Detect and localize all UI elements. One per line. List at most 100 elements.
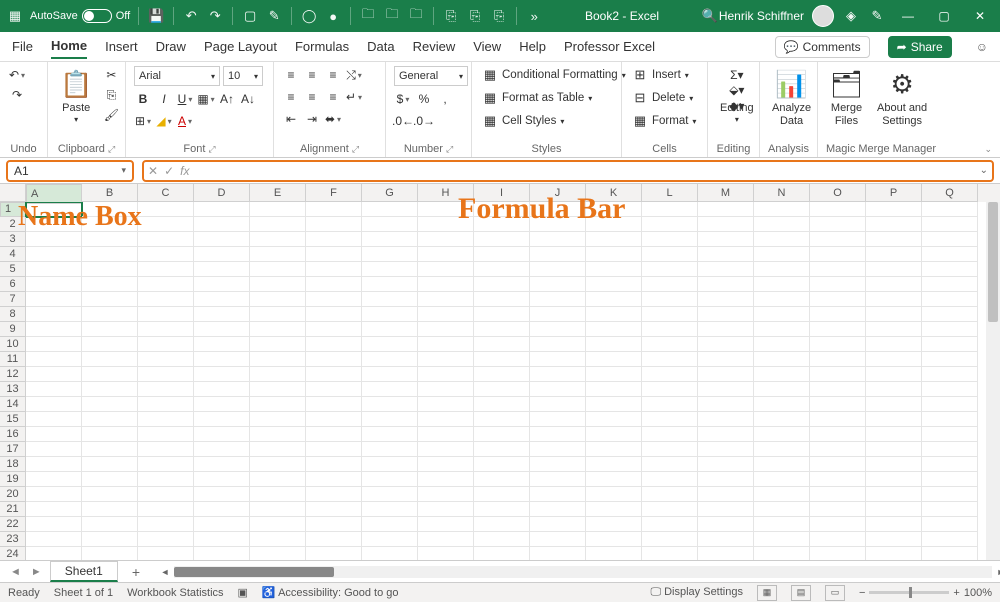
qat-icon-9[interactable]: ⎘ bbox=[466, 7, 484, 25]
cell[interactable] bbox=[82, 502, 138, 517]
column-header[interactable]: O bbox=[810, 184, 866, 202]
cell[interactable] bbox=[922, 532, 978, 547]
cell[interactable] bbox=[922, 427, 978, 442]
cell[interactable] bbox=[922, 202, 978, 217]
grid-rows[interactable]: 123456789101112131415161718192021222324 bbox=[0, 202, 1000, 560]
cell[interactable] bbox=[530, 262, 586, 277]
column-header[interactable]: E bbox=[250, 184, 306, 202]
cell[interactable] bbox=[250, 442, 306, 457]
cell[interactable] bbox=[26, 457, 82, 472]
cell[interactable] bbox=[474, 472, 530, 487]
column-header[interactable]: P bbox=[866, 184, 922, 202]
cell[interactable] bbox=[530, 412, 586, 427]
cell[interactable] bbox=[922, 442, 978, 457]
cell[interactable] bbox=[474, 277, 530, 292]
cell[interactable] bbox=[138, 382, 194, 397]
tab-help[interactable]: Help bbox=[519, 35, 546, 58]
cell[interactable] bbox=[474, 517, 530, 532]
cell[interactable] bbox=[194, 322, 250, 337]
cell[interactable] bbox=[586, 427, 642, 442]
row-header[interactable]: 1 bbox=[0, 202, 26, 217]
redo-icon[interactable]: ↷ bbox=[206, 7, 224, 25]
autosave-toggle[interactable]: AutoSave Off bbox=[30, 9, 130, 23]
cell[interactable] bbox=[82, 232, 138, 247]
cell[interactable] bbox=[866, 532, 922, 547]
cell[interactable] bbox=[530, 532, 586, 547]
cell[interactable] bbox=[866, 322, 922, 337]
cell[interactable] bbox=[810, 412, 866, 427]
cell[interactable] bbox=[642, 502, 698, 517]
cell[interactable] bbox=[82, 352, 138, 367]
cell[interactable] bbox=[642, 412, 698, 427]
cell[interactable] bbox=[586, 202, 642, 217]
editing-button[interactable]: Σ▾⬙▾◆▾ Editing▾ bbox=[716, 66, 758, 127]
cell[interactable] bbox=[698, 292, 754, 307]
qat-icon-8[interactable]: ⎘ bbox=[442, 7, 460, 25]
cell[interactable] bbox=[418, 517, 474, 532]
cell[interactable] bbox=[306, 247, 362, 262]
cell[interactable] bbox=[138, 202, 194, 217]
qat-icon-2[interactable]: ✎ bbox=[265, 7, 283, 25]
cell[interactable] bbox=[362, 532, 418, 547]
sheet-tab[interactable]: Sheet1 bbox=[50, 561, 118, 582]
cell[interactable] bbox=[26, 292, 82, 307]
cell[interactable] bbox=[530, 232, 586, 247]
cell[interactable] bbox=[586, 547, 642, 560]
cell[interactable] bbox=[530, 397, 586, 412]
cell[interactable] bbox=[586, 502, 642, 517]
qat-icon-4[interactable]: ● bbox=[324, 7, 342, 25]
cell[interactable] bbox=[530, 382, 586, 397]
cell[interactable] bbox=[866, 337, 922, 352]
cell[interactable] bbox=[26, 517, 82, 532]
column-header[interactable]: C bbox=[138, 184, 194, 202]
insert-cells-button[interactable]: ⊞Insert ▾ bbox=[630, 66, 698, 84]
cell[interactable] bbox=[138, 367, 194, 382]
cell[interactable] bbox=[82, 322, 138, 337]
cell[interactable] bbox=[866, 472, 922, 487]
cell[interactable] bbox=[474, 337, 530, 352]
cell[interactable] bbox=[586, 262, 642, 277]
cell[interactable] bbox=[194, 202, 250, 217]
row-header[interactable]: 11 bbox=[0, 352, 26, 367]
cell[interactable] bbox=[362, 322, 418, 337]
about-settings-button[interactable]: ⚙ About and Settings bbox=[873, 66, 931, 130]
cell[interactable] bbox=[698, 412, 754, 427]
cell[interactable] bbox=[418, 382, 474, 397]
cell[interactable] bbox=[82, 517, 138, 532]
cell[interactable] bbox=[922, 412, 978, 427]
cell[interactable] bbox=[866, 367, 922, 382]
cell[interactable] bbox=[82, 427, 138, 442]
row-header[interactable]: 24 bbox=[0, 547, 26, 560]
comma-icon[interactable]: , bbox=[436, 90, 454, 108]
cell[interactable] bbox=[530, 367, 586, 382]
cell[interactable] bbox=[250, 457, 306, 472]
cell[interactable] bbox=[810, 487, 866, 502]
tab-professor-excel[interactable]: Professor Excel bbox=[564, 35, 655, 58]
decrease-decimal-icon[interactable]: .0→ bbox=[415, 112, 433, 130]
increase-font-icon[interactable]: A↑ bbox=[218, 90, 236, 108]
cell[interactable] bbox=[698, 202, 754, 217]
status-workbook-stats[interactable]: Workbook Statistics bbox=[127, 587, 223, 599]
cell[interactable] bbox=[474, 382, 530, 397]
format-cells-button[interactable]: ▦Format ▾ bbox=[630, 112, 698, 130]
cell[interactable] bbox=[866, 517, 922, 532]
cell[interactable] bbox=[138, 457, 194, 472]
cell[interactable] bbox=[586, 382, 642, 397]
column-header[interactable]: N bbox=[754, 184, 810, 202]
cell[interactable] bbox=[586, 322, 642, 337]
underline-button[interactable]: U bbox=[176, 90, 194, 108]
cell[interactable] bbox=[810, 367, 866, 382]
cell[interactable] bbox=[642, 337, 698, 352]
cell[interactable] bbox=[754, 217, 810, 232]
cell[interactable] bbox=[642, 457, 698, 472]
cell[interactable] bbox=[418, 307, 474, 322]
cell[interactable] bbox=[642, 472, 698, 487]
cell[interactable] bbox=[642, 277, 698, 292]
cell[interactable] bbox=[474, 232, 530, 247]
cell[interactable] bbox=[474, 367, 530, 382]
cell[interactable] bbox=[642, 547, 698, 560]
cell[interactable] bbox=[26, 487, 82, 502]
cell[interactable] bbox=[306, 367, 362, 382]
redo-button[interactable]: ↷ bbox=[8, 86, 26, 104]
cell[interactable] bbox=[362, 397, 418, 412]
